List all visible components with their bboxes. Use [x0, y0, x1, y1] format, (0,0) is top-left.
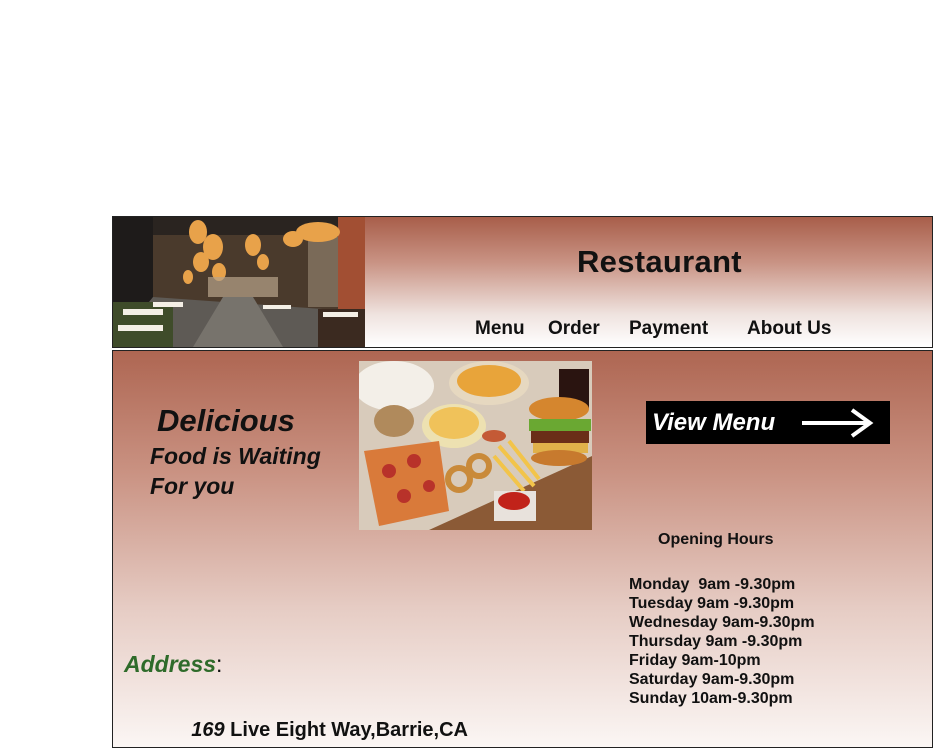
- hours-row-tuesday: Tuesday 9am -9.30pm: [629, 595, 795, 612]
- hours-row-monday: Monday 9am -9.30pm: [629, 576, 796, 593]
- hours-row-sunday: Sunday 10am-9.30pm: [629, 690, 793, 707]
- tagline-subtext: Food is Waiting For you: [150, 441, 321, 501]
- tagline-headline: Delicious: [157, 403, 295, 438]
- nav-about-us[interactable]: About Us: [747, 318, 831, 340]
- opening-hours-title: Opening Hours: [658, 531, 774, 548]
- arrow-right-icon: [800, 407, 876, 444]
- nav-order[interactable]: Order: [548, 318, 600, 340]
- opening-hours-list: Monday 9am -9.30pm Tuesday 9am -9.30pm W…: [629, 575, 815, 708]
- address-heading: Address:: [124, 651, 222, 678]
- hours-row-saturday: Saturday 9am-9.30pm: [629, 671, 795, 688]
- site-title: Restaurant: [577, 244, 742, 279]
- tagline-line-1: Food is Waiting: [150, 443, 321, 469]
- address-number: 169: [191, 719, 225, 741]
- nav-payment[interactable]: Payment: [629, 318, 708, 340]
- hours-row-wednesday: Wednesday 9am-9.30pm: [629, 614, 815, 631]
- address-label: Address: [124, 651, 217, 677]
- address-street: Live Eight Way,Barrie,CA: [224, 719, 468, 741]
- address-line: 169 Live Eight Way,Barrie,CA: [169, 696, 468, 747]
- view-menu-button[interactable]: View Menu: [646, 401, 890, 444]
- nav-menu[interactable]: Menu: [475, 318, 525, 340]
- main-section: Delicious Food is Waiting For you View M…: [112, 350, 933, 748]
- tagline-line-2: For you: [150, 473, 235, 499]
- restaurant-interior-image: [113, 217, 365, 347]
- site-header: Restaurant Menu Order Payment About Us: [112, 216, 933, 348]
- view-menu-label: View Menu: [652, 409, 776, 436]
- food-image: [359, 361, 592, 530]
- hours-row-thursday: Thursday 9am -9.30pm: [629, 633, 803, 650]
- hours-row-friday: Friday 9am-10pm: [629, 652, 761, 669]
- address-colon: :: [216, 651, 223, 677]
